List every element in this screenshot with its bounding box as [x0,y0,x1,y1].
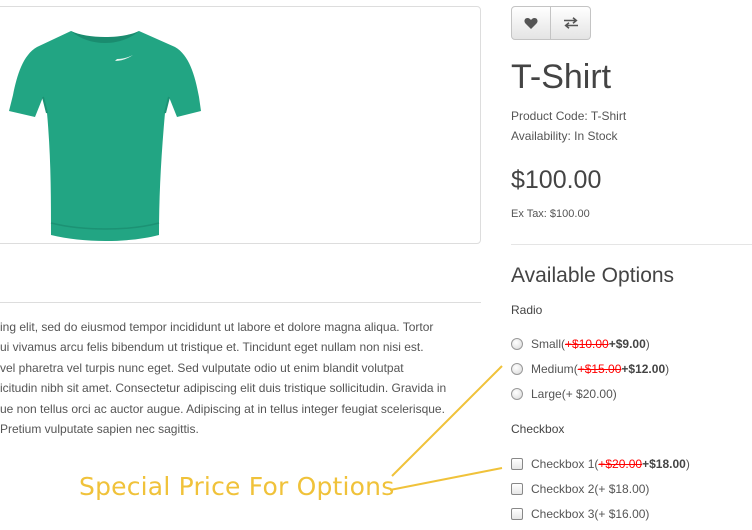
description-line: Pretium vulputate sapien nec sagittis. [0,422,199,437]
availability-value: In Stock [574,129,618,143]
description-divider [0,302,481,303]
checkbox-option-1[interactable]: Checkbox 1 (+$20.00 +$18.00) [511,457,690,471]
option-name: Small [531,337,562,351]
description-line: vel pharetra vel turpis nunc eget. Sed v… [0,360,404,375]
option-price: (+ $16.00) [594,507,650,521]
compare-button[interactable] [551,6,591,40]
heart-icon [524,17,538,29]
add-to-wishlist-button[interactable] [511,6,551,40]
option-old-price: +$15.00 [577,362,622,376]
availability-label: Availability: [511,129,571,143]
product-code: Product Code: T-Shirt [511,109,626,123]
option-paren: ) [645,337,650,351]
option-name: Medium [531,362,574,376]
product-price: $100.00 [511,166,602,194]
product-code-value: T-Shirt [590,109,627,123]
ex-tax-price: Ex Tax: $100.00 [511,208,590,220]
option-special-price: +$12.00 [621,362,666,376]
radio-button[interactable] [511,363,523,375]
exchange-icon [563,17,578,29]
product-code-label: Product Code: [511,109,588,123]
option-name: Checkbox 2 [531,482,595,496]
radio-button[interactable] [511,388,523,400]
checkbox-option-2[interactable]: Checkbox 2 (+ $18.00) [511,482,649,496]
checkbox-option-3[interactable]: Checkbox 3 (+ $16.00) [511,507,649,521]
checkbox[interactable] [511,483,523,495]
tshirt-image [9,31,201,241]
option-name: Checkbox 1 [531,457,595,471]
option-price: (+ $20.00) [561,387,617,401]
option-paren: ) [685,457,690,471]
checkbox[interactable] [511,508,523,520]
radio-option-medium[interactable]: Medium (+$15.00 +$12.00) [511,362,669,376]
option-name: Checkbox 3 [531,507,595,521]
option-old-price: +$10.00 [565,337,609,351]
availability: Availability: In Stock [511,129,618,143]
description-line: icitudin nibh sit amet. Consectetur adip… [0,381,447,396]
radio-option-large[interactable]: Large (+ $20.00) [511,387,617,401]
options-heading: Available Options [511,264,675,287]
product-image-frame[interactable] [0,6,481,244]
option-special-price: +$18.00 [642,457,686,471]
option-price: (+ $18.00) [594,482,650,496]
description-line: ing elit, sed do eiusmod tempor incididu… [0,320,434,334]
option-special-price: +$9.00 [608,337,646,351]
description-line: ui vivamus arcu felis bibendum ut tristi… [0,340,424,355]
product-description: ing elit, sed do eiusmod tempor incididu… [0,317,481,439]
options-divider [511,244,752,245]
special-price-annotation: Special Price For Options [79,472,395,501]
product-title: T-Shirt [511,58,612,96]
option-name: Large [531,387,562,401]
radio-group-label: Radio [511,303,543,317]
checkbox[interactable] [511,458,523,470]
product-action-buttons [511,6,591,40]
description-line: ue non tellus orci ac auctor augue. Adip… [0,401,445,416]
radio-button[interactable] [511,338,523,350]
checkbox-group-label: Checkbox [511,422,565,436]
radio-option-small[interactable]: Small (+$10.00 +$9.00) [511,337,650,351]
option-old-price: +$20.00 [598,457,643,471]
option-paren: ) [665,362,670,376]
